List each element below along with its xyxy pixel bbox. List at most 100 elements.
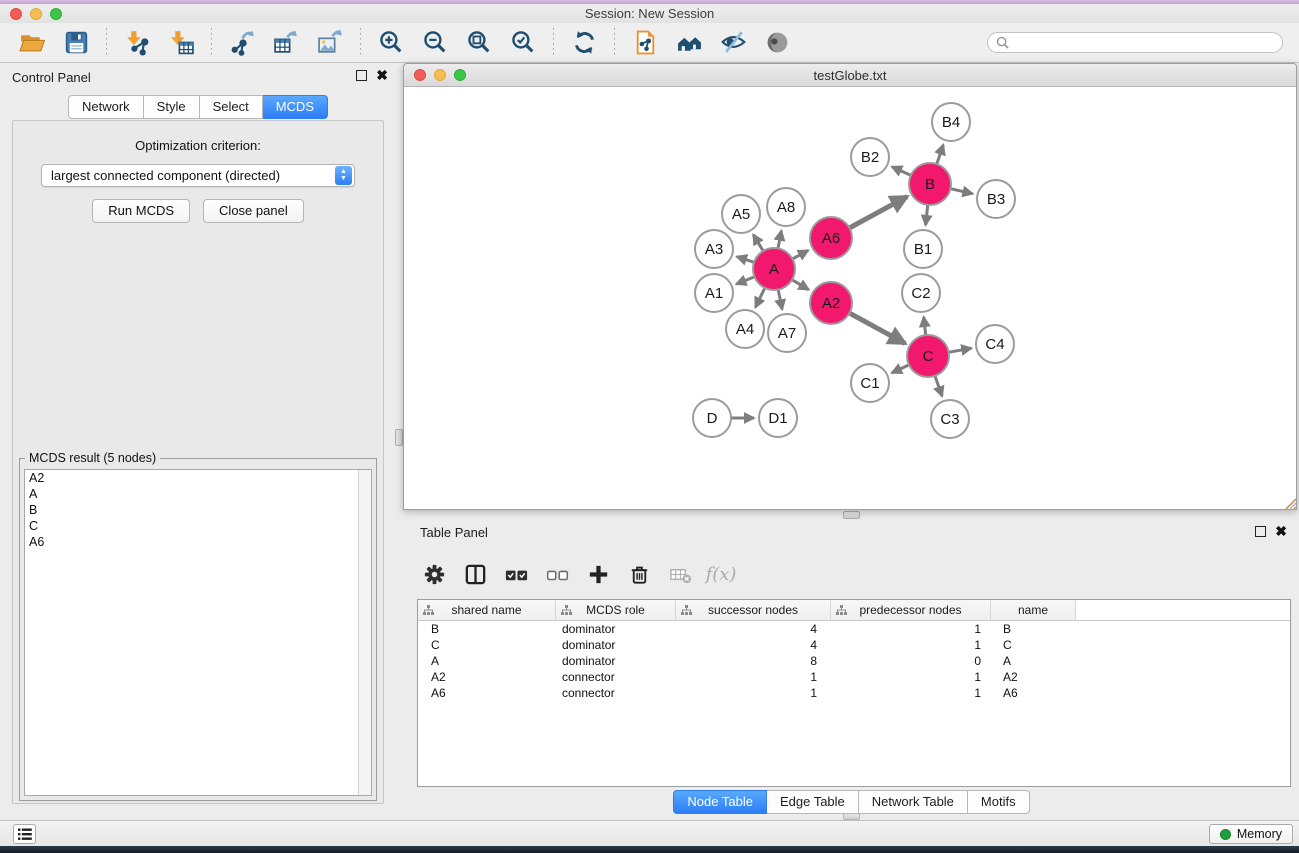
table-body: Bdominator41BCdominator41CAdominator80AA… [418, 621, 1290, 701]
column-header-predecessor-nodes[interactable]: predecessor nodes [831, 600, 991, 621]
tab-network-table[interactable]: Network Table [859, 790, 968, 814]
table-cell: C [418, 637, 556, 653]
export-table-icon[interactable] [271, 28, 301, 58]
import-network-icon[interactable] [122, 28, 152, 58]
table-cell: A2 [991, 669, 1076, 685]
toolbar-separator [106, 28, 107, 58]
delete-table-icon[interactable] [666, 560, 694, 588]
table-settings-icon[interactable] [420, 560, 448, 588]
float-table-panel-icon[interactable] [1255, 526, 1266, 537]
memory-button[interactable]: Memory [1209, 824, 1293, 844]
zoom-fit-icon[interactable] [464, 28, 494, 58]
fx-label: f(x) [706, 564, 737, 585]
selected-criterion: largest connected component (directed) [42, 168, 335, 183]
column-header-shared-name[interactable]: shared name [418, 600, 556, 621]
table-cell: 1 [831, 621, 991, 637]
node-label-A6: A6 [822, 230, 840, 247]
network-view-window[interactable]: testGlobe.txt AA1A2A3A4A5A6A7A8BB1B2B3B4… [403, 63, 1297, 510]
float-panel-icon[interactable] [356, 70, 367, 81]
result-item-c[interactable]: C [25, 518, 371, 534]
result-scrollbar[interactable] [358, 470, 371, 795]
run-mcds-button[interactable]: Run MCDS [92, 199, 190, 223]
export-network-icon[interactable] [227, 28, 257, 58]
column-header-name[interactable]: name [991, 600, 1076, 621]
close-panel-button[interactable]: Close panel [203, 199, 304, 223]
node-table[interactable]: shared nameMCDS rolesuccessor nodesprede… [417, 599, 1291, 787]
table-tabs: Node TableEdge TableNetwork TableMotifs [404, 790, 1299, 814]
zoom-in-icon[interactable] [376, 28, 406, 58]
add-icon[interactable] [584, 560, 612, 588]
select-all-icon[interactable] [502, 560, 530, 588]
result-item-b[interactable]: B [25, 502, 371, 518]
table-row[interactable]: Bdominator41B [418, 621, 1290, 637]
toolbar-separator [553, 28, 554, 58]
result-item-a[interactable]: A [25, 486, 371, 502]
control-panel-header: Control Panel ✖ [4, 66, 392, 88]
control-panel: Control Panel ✖ NetworkStyleSelectMCDS O… [4, 66, 392, 806]
close-table-panel-icon[interactable]: ✖ [1275, 526, 1287, 537]
table-row[interactable]: A2connector11A2 [418, 669, 1290, 685]
toolbar-separator [211, 28, 212, 58]
table-cell-filler [1076, 621, 1290, 637]
split-divider-horizontal[interactable] [843, 511, 860, 519]
desktop-background-bottom [0, 846, 1299, 853]
tab-motifs[interactable]: Motifs [968, 790, 1030, 814]
status-bar: Memory [0, 820, 1299, 846]
table-row[interactable]: A6connector11A6 [418, 685, 1290, 701]
column-header-successor-nodes[interactable]: successor nodes [676, 600, 831, 621]
function-builder-icon[interactable]: f(x) [707, 560, 735, 588]
table-cell: 8 [676, 653, 831, 669]
export-image-icon[interactable] [315, 28, 345, 58]
save-session-icon[interactable] [61, 28, 91, 58]
table-cell-filler [1076, 653, 1290, 669]
table-row[interactable]: Adominator80A [418, 653, 1290, 669]
zoom-out-icon[interactable] [420, 28, 450, 58]
tab-node-table[interactable]: Node Table [673, 790, 767, 814]
optimization-criterion-select[interactable]: largest connected component (directed) ▲… [41, 164, 355, 187]
search-input[interactable] [1014, 36, 1274, 50]
column-header-mcds-role[interactable]: MCDS role [556, 600, 676, 621]
open-session-icon[interactable] [17, 28, 47, 58]
show-graphics-details-icon[interactable] [762, 28, 792, 58]
mcds-panel: Optimization criterion: largest connecte… [12, 120, 384, 804]
mcds-result-list[interactable]: A2ABCA6 [24, 469, 372, 796]
tab-edge-table[interactable]: Edge Table [767, 790, 859, 814]
network-canvas[interactable]: AA1A2A3A4A5A6A7A8BB1B2B3B4CC1C2C3C4DD1 [406, 87, 1294, 507]
mcds-result-box: MCDS result (5 nodes) A2ABCA6 [19, 458, 377, 801]
tab-mcds[interactable]: MCDS [263, 95, 328, 119]
node-label-A8: A8 [777, 199, 795, 216]
new-network-from-selection-icon[interactable] [630, 28, 660, 58]
main-titlebar[interactable]: Session: New Session [0, 4, 1299, 23]
table-row[interactable]: Cdominator41C [418, 637, 1290, 653]
hide-graphics-details-icon[interactable] [718, 28, 748, 58]
mcds-result-legend: MCDS result (5 nodes) [25, 451, 160, 465]
node-label-A: A [769, 261, 779, 278]
close-panel-icon[interactable]: ✖ [376, 70, 388, 81]
import-table-icon[interactable] [166, 28, 196, 58]
column-selector-icon[interactable] [461, 560, 489, 588]
table-cell: C [991, 637, 1076, 653]
tab-style[interactable]: Style [144, 95, 200, 119]
tab-network[interactable]: Network [68, 95, 144, 119]
zoom-selected-icon[interactable] [508, 28, 538, 58]
table-cell: A6 [418, 685, 556, 701]
result-item-a2[interactable]: A2 [25, 470, 371, 486]
network-title: testGlobe.txt [404, 68, 1296, 83]
memory-label: Memory [1237, 827, 1282, 841]
session-title: Session: New Session [0, 6, 1299, 21]
welcome-screen-icon[interactable] [674, 28, 704, 58]
node-label-D1: D1 [768, 410, 787, 427]
resize-grip-icon[interactable] [1283, 496, 1296, 509]
split-divider-vertical[interactable] [395, 429, 403, 446]
refresh-icon[interactable] [569, 28, 599, 58]
delete-icon[interactable] [625, 560, 653, 588]
node-label-A3: A3 [705, 241, 723, 258]
task-history-button[interactable] [13, 824, 36, 844]
node-label-C4: C4 [985, 336, 1004, 353]
search-field[interactable] [987, 32, 1283, 53]
result-item-a6[interactable]: A6 [25, 534, 371, 550]
tab-select[interactable]: Select [200, 95, 263, 119]
table-cell: dominator [556, 637, 676, 653]
deselect-all-icon[interactable] [543, 560, 571, 588]
network-window-titlebar[interactable]: testGlobe.txt [404, 64, 1296, 87]
